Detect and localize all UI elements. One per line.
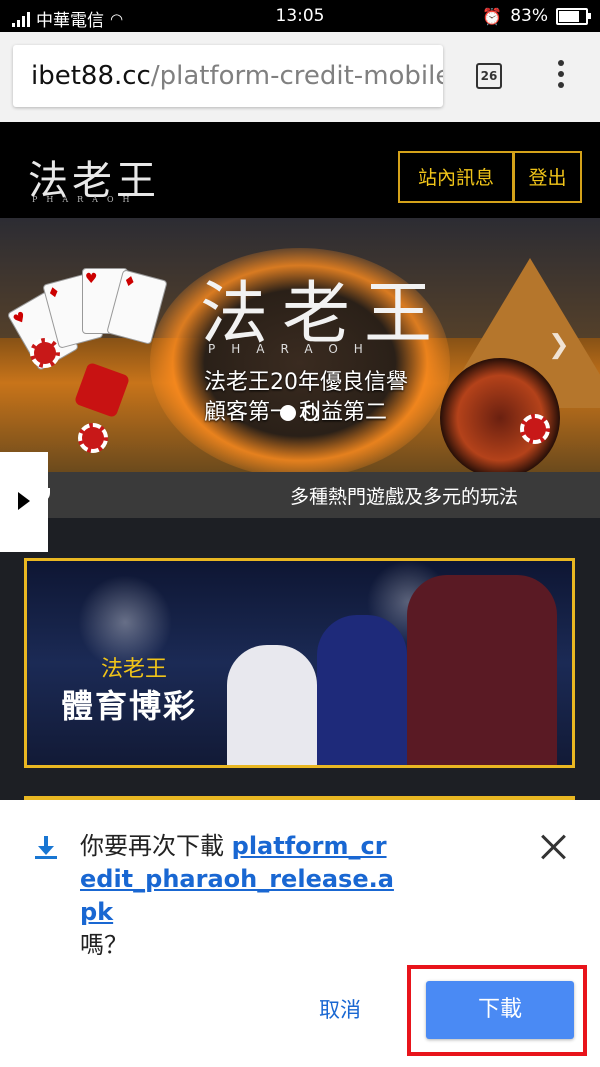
tab-switcher-button[interactable]: 26 (476, 63, 502, 89)
play-arrow-icon (18, 492, 30, 510)
carousel-indicators (280, 405, 318, 421)
hero-carousel[interactable]: ♥ ♦ ♥ ♦ 法老王 PHARAOH 法老王20年優良信譽 顧客第一 利益第二… (0, 218, 600, 472)
url-host: ibet88.cc (31, 61, 151, 91)
logo-subtext: PHARAOH (32, 195, 139, 204)
logout-button[interactable]: 登出 (513, 151, 582, 203)
highlight-box (407, 965, 587, 1056)
url-path: /platform-credit-mobile/ (150, 61, 443, 91)
battery-icon (556, 7, 591, 25)
address-bar[interactable]: ibet88.cc/platform-credit-mobile/ (13, 45, 443, 107)
side-drawer-toggle[interactable] (0, 452, 48, 552)
overflow-menu-icon[interactable] (553, 60, 569, 94)
download-message: 你要再次下載 platform_credit_pharaoh_release.a… (80, 830, 400, 962)
carousel-dot[interactable] (302, 405, 318, 421)
download-icon (35, 836, 57, 860)
site-logo[interactable]: 法老王 PHARAOH (28, 148, 160, 206)
hero-logo-subtext: PHARAOH (208, 342, 379, 356)
announcement-text: 多種熱門遊戲及多元的玩法 (290, 486, 519, 508)
close-icon[interactable] (540, 834, 566, 860)
game-section: 法老王 體育博彩 (0, 518, 600, 800)
chip-graphic (30, 338, 60, 368)
carousel-dot[interactable] (280, 405, 296, 421)
sports-banner-brand: 法老王 (101, 657, 168, 682)
status-bar: 中華電信 ◠ 13:05 ⏰ 83% (0, 0, 600, 32)
announcement-bar: 多種熱門遊戲及多元的玩法 (0, 472, 600, 518)
player-graphic (227, 645, 317, 765)
messages-button[interactable]: 站內訊息 (398, 151, 514, 203)
slogan-line-1: 法老王20年優良信譽 (204, 370, 408, 395)
message-prefix: 你要再次下載 (80, 832, 224, 860)
site-header: 法老王 PHARAOH 站內訊息 登出 (0, 122, 600, 218)
browser-toolbar: ibet88.cc/platform-credit-mobile/ 26 (0, 32, 600, 122)
player-graphic (317, 615, 407, 765)
player-graphic (407, 575, 557, 765)
web-page: 法老王 PHARAOH 站內訊息 登出 ♥ ♦ ♥ ♦ 法老王 PHARAOH … (0, 122, 600, 800)
chip-graphic (78, 423, 108, 453)
sports-betting-banner[interactable]: 法老王 體育博彩 (24, 558, 575, 768)
message-suffix: 嗎？ (80, 931, 128, 959)
cancel-button[interactable]: 取消 (300, 982, 380, 1038)
chip-graphic (520, 414, 550, 444)
alarm-icon: ⏰ (482, 6, 503, 26)
download-prompt: 你要再次下載 platform_credit_pharaoh_release.a… (0, 800, 600, 1067)
battery-percent: 83% (510, 6, 548, 26)
sports-banner-title: 體育博彩 (61, 687, 198, 725)
carousel-next-icon[interactable]: ❯ (548, 330, 570, 360)
